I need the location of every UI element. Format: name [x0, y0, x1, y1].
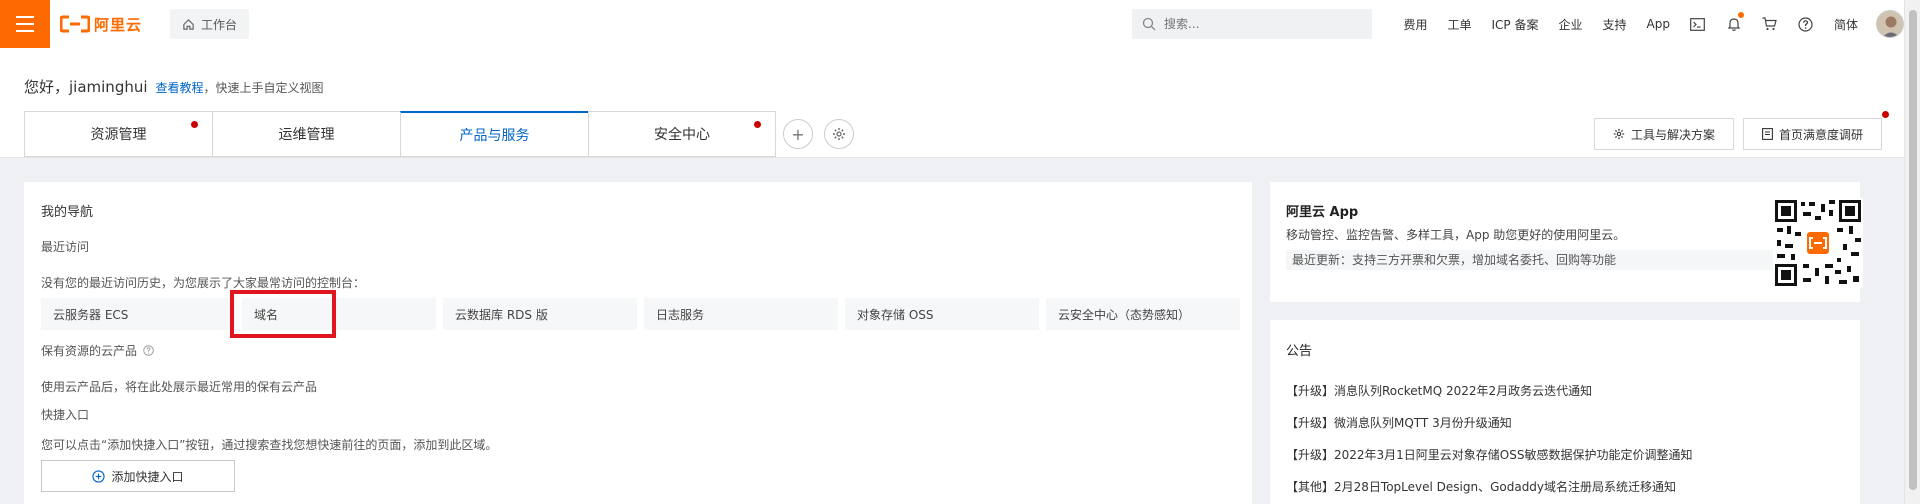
tab-badge — [754, 121, 761, 128]
survey-badge — [1882, 111, 1890, 118]
nav-app[interactable]: App — [1637, 17, 1680, 31]
highlight-box — [230, 290, 336, 338]
terminal-icon[interactable] — [1680, 0, 1716, 48]
app-promo-card: 阿里云 App 移动管控、监控告警、多样工具，App 助您更好的使用阿里云。 最… — [1270, 182, 1863, 302]
survey-button[interactable]: 首页满意度调研 — [1743, 111, 1890, 150]
greeting-tip: ，快速上手自定义视图 — [203, 81, 324, 95]
plus-icon: + — [791, 124, 805, 144]
survey-label: 首页满意度调研 — [1779, 127, 1864, 142]
my-navigation-card: 我的导航 最近访问 没有您的最近访问历史，为您展示了大家最常访问的控制台： 云服… — [24, 182, 1252, 504]
add-tab-button[interactable]: + — [783, 119, 813, 149]
gear-icon — [1613, 128, 1625, 140]
nav-tickets[interactable]: 工单 — [1438, 16, 1482, 33]
tab-security[interactable]: 安全中心 — [588, 111, 776, 157]
tab-operations[interactable]: 运维管理 — [212, 111, 400, 157]
tab-settings-button[interactable] — [824, 119, 854, 149]
app-desc: 移动管控、监控告警、多样工具，App 助您更好的使用阿里云。 — [1286, 228, 1626, 242]
qr-code-icon — [1773, 198, 1863, 288]
search-input[interactable] — [1164, 17, 1364, 31]
recent-console-list: 云服务器 ECS 域名 云数据库 RDS 版 日志服务 对象存储 OSS 云安全… — [41, 298, 1240, 330]
tab-label: 产品与服务 — [459, 127, 530, 144]
app-update: 最近更新：支持三方开票和欠票，增加域名委托、回购等功能 — [1286, 250, 1776, 270]
aliyun-logo[interactable]: 阿里云 — [60, 12, 142, 36]
workbench-button[interactable]: 工作台 — [170, 9, 250, 39]
announcement-card: 公告 【升级】消息队列RocketMQ 2022年2月政务云迭代通知 【升级】微… — [1270, 320, 1860, 504]
cart-icon[interactable] — [1752, 0, 1788, 48]
tab-products[interactable]: 产品与服务 — [400, 111, 588, 157]
help-icon[interactable] — [143, 345, 154, 356]
tab-badge — [191, 121, 198, 128]
qr-code[interactable] — [1773, 198, 1863, 288]
list-item[interactable]: 对象存储 OSS — [845, 298, 1039, 330]
user-avatar[interactable] — [1876, 10, 1904, 38]
logo-text: 阿里云 — [94, 15, 143, 34]
gear-icon — [833, 128, 845, 140]
tools-label: 工具与解决方案 — [1631, 127, 1716, 142]
menu-icon[interactable] — [0, 0, 50, 48]
page-scrollbar[interactable] — [1904, 0, 1920, 504]
top-nav: 费用 工单 ICP 备案 企业 支持 App 简体 — [1393, 0, 1904, 48]
notice-title: 公告 — [1286, 344, 1313, 359]
nav-fees[interactable]: 费用 — [1393, 16, 1437, 33]
top-bar: 阿里云 工作台 费用 工单 ICP 备案 企业 支持 App — [0, 0, 1920, 48]
nav-icp[interactable]: ICP 备案 — [1482, 16, 1549, 33]
workbench-label: 工作台 — [201, 17, 238, 32]
list-item[interactable]: 【升级】消息队列RocketMQ 2022年2月政务云迭代通知 — [1286, 382, 1592, 399]
scrollbar-thumb[interactable] — [1909, 10, 1917, 490]
help-icon[interactable] — [1788, 0, 1824, 48]
tab-resources[interactable]: 资源管理 — [24, 111, 212, 157]
shortcut-desc: 您可以点击“添加快捷入口”按钮，通过搜索查找您想快速前往的页面，添加到此区域。 — [41, 438, 498, 452]
list-item[interactable]: 云安全中心（态势感知） — [1046, 298, 1240, 330]
recent-title: 最近访问 — [41, 240, 90, 254]
add-shortcut-button[interactable]: 添加快捷入口 — [41, 460, 235, 492]
language-switch[interactable]: 简体 — [1824, 16, 1868, 33]
card-title: 我的导航 — [41, 205, 94, 220]
search-box[interactable] — [1132, 9, 1372, 39]
workspace-tabs: 资源管理 运维管理 产品与服务 安全中心 — [24, 111, 776, 157]
tab-label: 资源管理 — [90, 127, 147, 143]
tutorial-link[interactable]: 查看教程 — [156, 79, 204, 96]
reserve-desc: 使用云产品后，将在此处展示最近常用的保有云产品 — [41, 380, 318, 394]
shortcut-title: 快捷入口 — [41, 408, 90, 422]
tools-solutions-button[interactable]: 工具与解决方案 — [1594, 118, 1735, 150]
reserve-title: 保有资源的云产品 — [41, 344, 138, 358]
greeting-text: 您好，jiaminghui — [24, 78, 148, 96]
list-item[interactable]: 【其他】2月28日TopLevel Design、Godaddy域名注册局系统迁… — [1286, 478, 1676, 495]
app-title: 阿里云 App — [1286, 205, 1359, 220]
tab-label: 安全中心 — [654, 127, 710, 143]
list-item[interactable]: 云数据库 RDS 版 — [443, 298, 637, 330]
plus-circle-icon — [92, 469, 106, 483]
home-icon — [183, 18, 194, 30]
search-icon — [1142, 17, 1156, 31]
list-item[interactable]: 云服务器 ECS — [41, 298, 235, 330]
list-item[interactable]: 【升级】微消息队列MQTT 3月份升级通知 — [1286, 414, 1512, 431]
bell-badge — [1737, 12, 1744, 18]
recent-desc: 没有您的最近访问历史，为您展示了大家最常访问的控制台： — [41, 276, 366, 290]
reserve-section: 保有资源的云产品 — [41, 342, 154, 359]
list-item[interactable]: 【升级】2022年3月1日阿里云对象存储OSS敏感数据保护功能定价调整通知 — [1286, 446, 1693, 463]
list-item[interactable]: 日志服务 — [644, 298, 838, 330]
workspace-header: 您好，jiaminghui 查看教程 ，快速上手自定义视图 资源管理 运维管理 … — [0, 48, 1920, 158]
nav-enterprise[interactable]: 企业 — [1549, 16, 1593, 33]
tab-label: 运维管理 — [278, 127, 335, 143]
bell-icon[interactable] — [1716, 0, 1752, 48]
add-shortcut-label: 添加快捷入口 — [111, 469, 184, 484]
greeting: 您好，jiaminghui 查看教程 ，快速上手自定义视图 — [24, 76, 324, 97]
nav-support[interactable]: 支持 — [1593, 16, 1637, 33]
document-icon — [1762, 128, 1773, 140]
aliyun-logo-icon — [60, 15, 90, 33]
